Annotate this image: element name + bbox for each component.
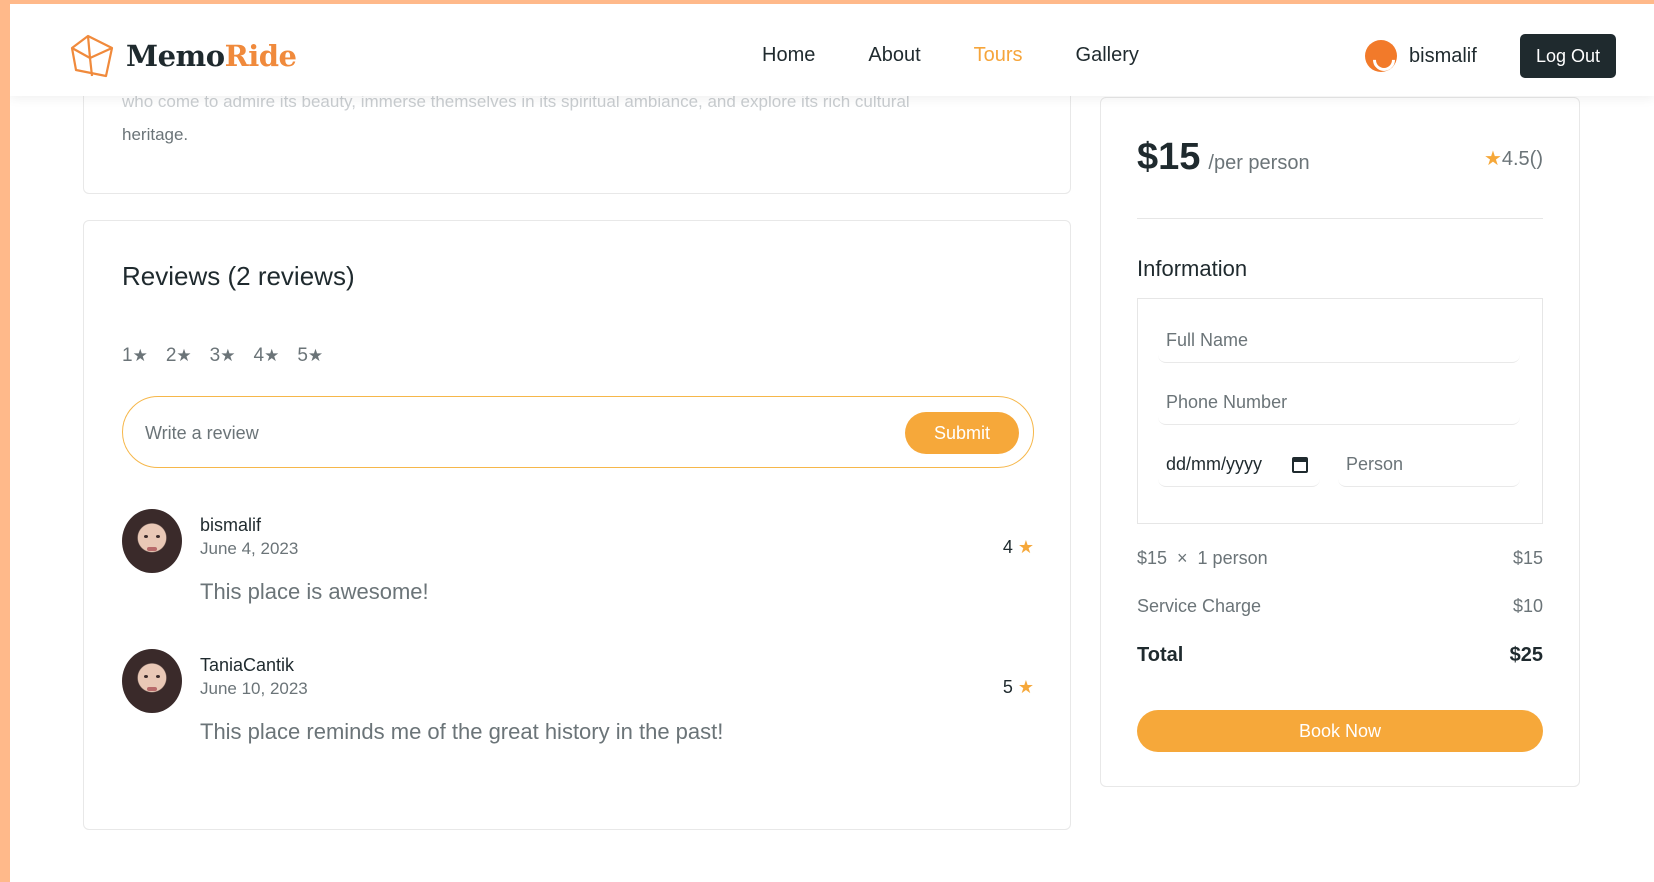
rating-option-label: 4 bbox=[253, 345, 265, 366]
calendar-icon[interactable] bbox=[1292, 456, 1308, 473]
star-icon: ★ bbox=[1483, 148, 1502, 170]
review-item: bismalif June 4, 2023 4 ★ This place is … bbox=[122, 509, 1034, 619]
review-date: June 4, 2023 bbox=[200, 539, 299, 558]
reviewer-name: bismalif bbox=[200, 515, 262, 535]
service-charge-label: Service Charge bbox=[1137, 596, 1262, 616]
review-text: This place reminds me of the great histo… bbox=[200, 719, 724, 744]
star-icon: ★ bbox=[264, 346, 280, 365]
booking-form: dd/mm/yyyy bbox=[1137, 298, 1543, 524]
book-now-button[interactable]: Book Now bbox=[1137, 710, 1543, 752]
page: MemoRide Home About Tours Gallery bismal… bbox=[10, 4, 1654, 882]
nav-about[interactable]: About bbox=[868, 44, 920, 67]
user-menu[interactable]: bismalif bbox=[1365, 40, 1477, 72]
reviews-card: Reviews (2 reviews) 1★ 2★ 3★ 4★ 5★ Submi… bbox=[83, 220, 1071, 830]
person-count-input[interactable] bbox=[1338, 443, 1520, 487]
brand-name-part1: Memo bbox=[126, 39, 225, 73]
review-item: TaniaCantik June 10, 2023 5 ★ This place… bbox=[122, 649, 1034, 759]
review-text: This place is awesome! bbox=[200, 579, 429, 604]
cube-logo-icon bbox=[70, 34, 114, 78]
main-nav: Home About Tours Gallery bbox=[762, 44, 1139, 67]
rating-option-label: 5 bbox=[297, 345, 308, 366]
nav-home[interactable]: Home bbox=[762, 44, 815, 67]
price-unit: /per person bbox=[1208, 152, 1310, 174]
username: bismalif bbox=[1409, 44, 1477, 67]
rating-option-label: 1 bbox=[122, 345, 133, 366]
brand-name-part2: Ride bbox=[224, 39, 297, 73]
phone-number-input[interactable] bbox=[1158, 381, 1520, 425]
review-date: June 10, 2023 bbox=[200, 679, 308, 698]
tour-rating: ★4.5() bbox=[1484, 146, 1543, 171]
full-name-input[interactable] bbox=[1158, 319, 1520, 363]
price: $15 /per person bbox=[1137, 136, 1310, 179]
nav-tours[interactable]: Tours bbox=[974, 44, 1023, 67]
brand-name: MemoRide bbox=[126, 39, 297, 73]
rating-option-1[interactable]: 1★ bbox=[122, 345, 148, 367]
star-icon: ★ bbox=[176, 346, 192, 365]
rating-option-3[interactable]: 3★ bbox=[210, 345, 236, 367]
total-label: Total bbox=[1137, 644, 1184, 666]
review-rating-value: 4 bbox=[1002, 537, 1013, 557]
service-charge-value: $10 bbox=[1512, 596, 1543, 616]
review-rating: 5 ★ bbox=[1003, 677, 1034, 698]
description-last-line: heritage. bbox=[122, 125, 189, 144]
rating-option-label: 2 bbox=[165, 345, 177, 366]
star-icon: ★ bbox=[132, 346, 148, 365]
nav-gallery[interactable]: Gallery bbox=[1076, 44, 1139, 67]
divider bbox=[1137, 218, 1543, 219]
total-value: $25 bbox=[1509, 644, 1543, 666]
brand-logo[interactable]: MemoRide bbox=[68, 32, 297, 80]
price-breakdown-value: $15 bbox=[1512, 548, 1543, 568]
rating-option-4[interactable]: 4★ bbox=[253, 345, 279, 367]
logout-button[interactable]: Log Out bbox=[1520, 34, 1616, 78]
rating-option-label: 3 bbox=[209, 345, 221, 366]
star-icon: ★ bbox=[1017, 537, 1034, 557]
user-avatar-icon bbox=[1365, 40, 1397, 72]
review-rating-value: 5 bbox=[1002, 677, 1013, 697]
top-navbar: MemoRide Home About Tours Gallery bismal… bbox=[10, 4, 1654, 96]
reviewer-name: TaniaCantik bbox=[200, 655, 295, 675]
price-amount: $15 bbox=[1137, 136, 1201, 178]
review-rating: 4 ★ bbox=[1003, 537, 1034, 558]
tour-rating-value: 4.5() bbox=[1501, 148, 1543, 170]
star-rating-selector: 1★ 2★ 3★ 4★ 5★ bbox=[122, 345, 323, 367]
star-icon: ★ bbox=[220, 346, 236, 365]
booking-card: $15 /per person ★4.5() Information dd/mm… bbox=[1100, 97, 1580, 787]
review-input[interactable] bbox=[145, 415, 845, 451]
rating-option-2[interactable]: 2★ bbox=[166, 345, 192, 367]
rating-option-5[interactable]: 5★ bbox=[297, 345, 323, 367]
price-breakdown-label: $15 × 1 person bbox=[1137, 548, 1268, 568]
review-form: Submit bbox=[122, 396, 1034, 468]
star-icon: ★ bbox=[1017, 677, 1034, 697]
total-row: Total $25 bbox=[1137, 644, 1543, 667]
service-charge-row: Service Charge $10 bbox=[1137, 596, 1543, 617]
reviewer-avatar bbox=[122, 509, 182, 573]
date-placeholder: dd/mm/yyyy bbox=[1166, 454, 1263, 474]
reviewer-avatar bbox=[122, 649, 182, 713]
price-breakdown-row: $15 × 1 person $15 bbox=[1137, 548, 1543, 569]
reviews-title: Reviews (2 reviews) bbox=[122, 261, 355, 291]
star-icon: ★ bbox=[307, 346, 324, 365]
date-input[interactable]: dd/mm/yyyy bbox=[1158, 443, 1320, 487]
information-title: Information bbox=[1137, 256, 1248, 281]
submit-review-button[interactable]: Submit bbox=[905, 412, 1019, 454]
